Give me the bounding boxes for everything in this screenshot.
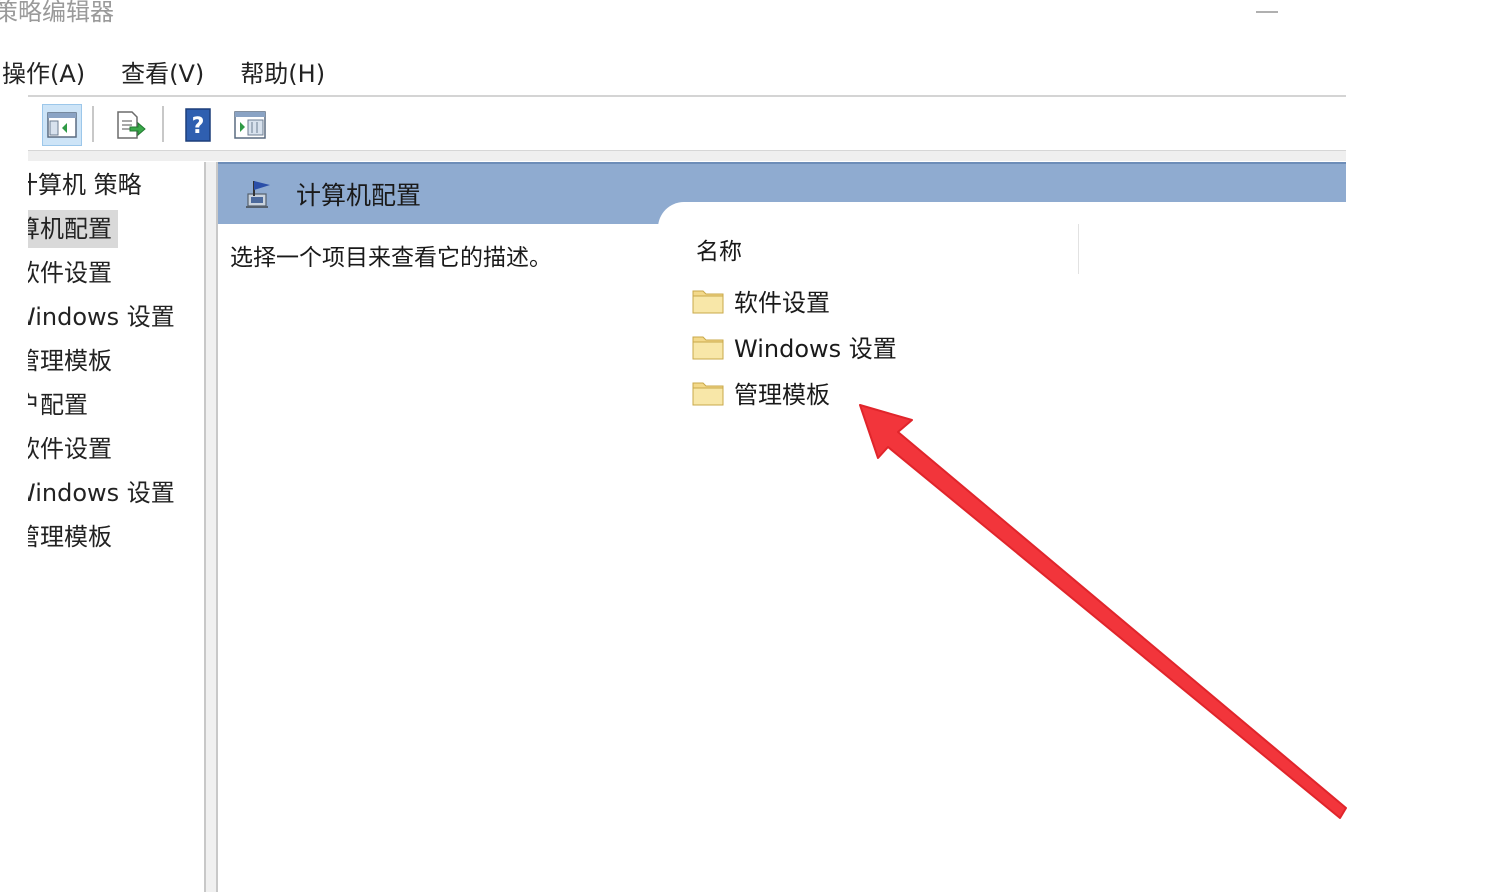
svg-text:?: ? [192,114,205,139]
tree-item-label: 软件设置 [28,259,112,287]
toolbar-separator [162,106,164,142]
tree-item-label: 计算机配置 [28,215,112,243]
folder-icon [692,382,724,406]
menu-view[interactable]: 查看(V) [121,54,204,89]
title-bar: 组策略编辑器 [0,0,1507,38]
window-title: 组策略编辑器 [0,0,114,27]
toolbar: ? [28,98,1346,150]
help-icon: ? [185,108,211,142]
folder-icon [692,290,724,314]
list-item-label: 软件设置 [734,288,830,317]
window-title-text: 组策略编辑器 [0,0,114,26]
tree-item-windows-settings[interactable]: Windows 设置 [28,298,175,336]
menu-action[interactable]: 操作(A) [2,54,85,89]
tree-item-label: 用户配置 [28,391,88,419]
export-list-icon [117,111,146,139]
folder-icon [692,336,724,360]
column-divider[interactable] [1078,224,1079,274]
tree-item-local-policy[interactable]: 本地计算机 策略 [28,166,142,204]
console-tree-icon [47,112,77,138]
tree-item-computer-config[interactable]: 计算机配置 [28,210,118,248]
list-item-software-settings[interactable]: 软件设置 [692,280,830,320]
tree-item-user-config[interactable]: 用户配置 [28,386,88,424]
help-button[interactable]: ? [178,104,218,146]
pane-splitter[interactable] [204,162,218,892]
list-item-label: Windows 设置 [734,334,897,363]
console-tree: 本地计算机 策略 计算机配置 软件设置 Windows 设置 管理模板 用户配置… [28,162,204,892]
export-list-button[interactable] [110,104,150,146]
menu-bar: 操作(A) 查看(V) 帮助(H) [2,50,361,92]
extended-view-icon [234,111,266,139]
menu-separator [28,95,1346,97]
tree-item-label: 管理模板 [28,523,112,551]
list-item-label: 管理模板 [734,380,830,409]
tree-item-label: Windows 设置 [28,303,175,331]
tree-item-user-admin-templates[interactable]: 管理模板 [28,518,112,556]
tree-item-label: 管理模板 [28,347,112,375]
description-text: 选择一个项目来查看它的描述。 [230,245,552,271]
show-hide-console-tree-button[interactable] [42,104,82,146]
tree-item-label: 本地计算机 策略 [28,171,142,199]
details-pane: 计算机配置 选择一个项目来查看它的描述。 名称 软件设置 Windows 设置 … [218,162,1346,892]
tree-item-user-software-settings[interactable]: 软件设置 [28,430,112,468]
minimize-button[interactable] [1250,2,1284,20]
toolbar-separator [92,106,94,142]
tree-item-user-windows-settings[interactable]: Windows 设置 [28,474,175,512]
tree-item-software-settings[interactable]: 软件设置 [28,254,112,292]
computer-policy-icon [246,181,270,208]
standard-tab-shape [658,202,1346,232]
details-header-title: 计算机配置 [296,181,422,210]
toolbar-bottom-border [28,150,1346,161]
menu-help[interactable]: 帮助(H) [240,54,325,89]
tree-item-label: 软件设置 [28,435,112,463]
list-item-admin-templates[interactable]: 管理模板 [692,372,830,412]
list-item-windows-settings[interactable]: Windows 设置 [692,326,897,366]
tree-item-label: Windows 设置 [28,479,175,507]
extended-view-button[interactable] [230,104,270,146]
tree-item-admin-templates[interactable]: 管理模板 [28,342,112,380]
column-header-name[interactable]: 名称 [696,232,742,266]
